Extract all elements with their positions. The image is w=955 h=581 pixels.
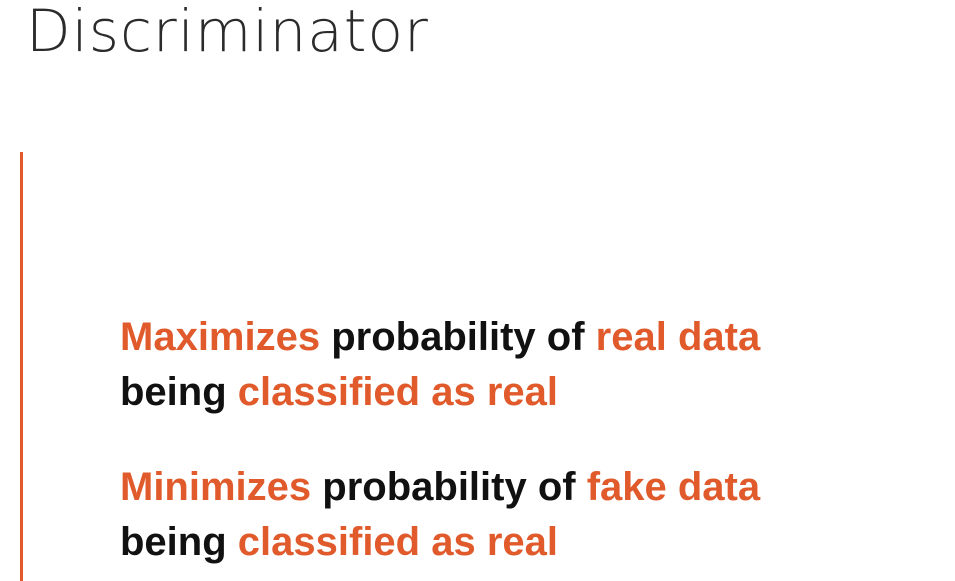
highlight-classified-as-real: classified as real — [237, 370, 558, 414]
accent-bar — [20, 152, 23, 581]
highlight-classified-as-real: classified as real — [237, 520, 558, 564]
bullet-text: being — [120, 370, 238, 414]
bullet-text: probability of — [311, 465, 587, 509]
slide-title: Discriminator — [26, 0, 429, 65]
bullet-item-maximizes: Maximizes probability of real data being… — [120, 310, 950, 420]
highlight-maximizes: Maximizes — [120, 315, 321, 359]
highlight-minimizes: Minimizes — [120, 465, 312, 509]
bullet-text: probability of — [320, 315, 596, 359]
highlight-real-data: real data — [595, 315, 761, 359]
bullet-list: Maximizes probability of real data being… — [120, 310, 950, 570]
bullet-item-minimizes: Minimizes probability of fake data being… — [120, 460, 950, 570]
slide: Discriminator Maximizes probability of r… — [0, 0, 955, 581]
highlight-fake-data: fake data — [586, 465, 761, 509]
bullet-text: being — [120, 520, 238, 564]
